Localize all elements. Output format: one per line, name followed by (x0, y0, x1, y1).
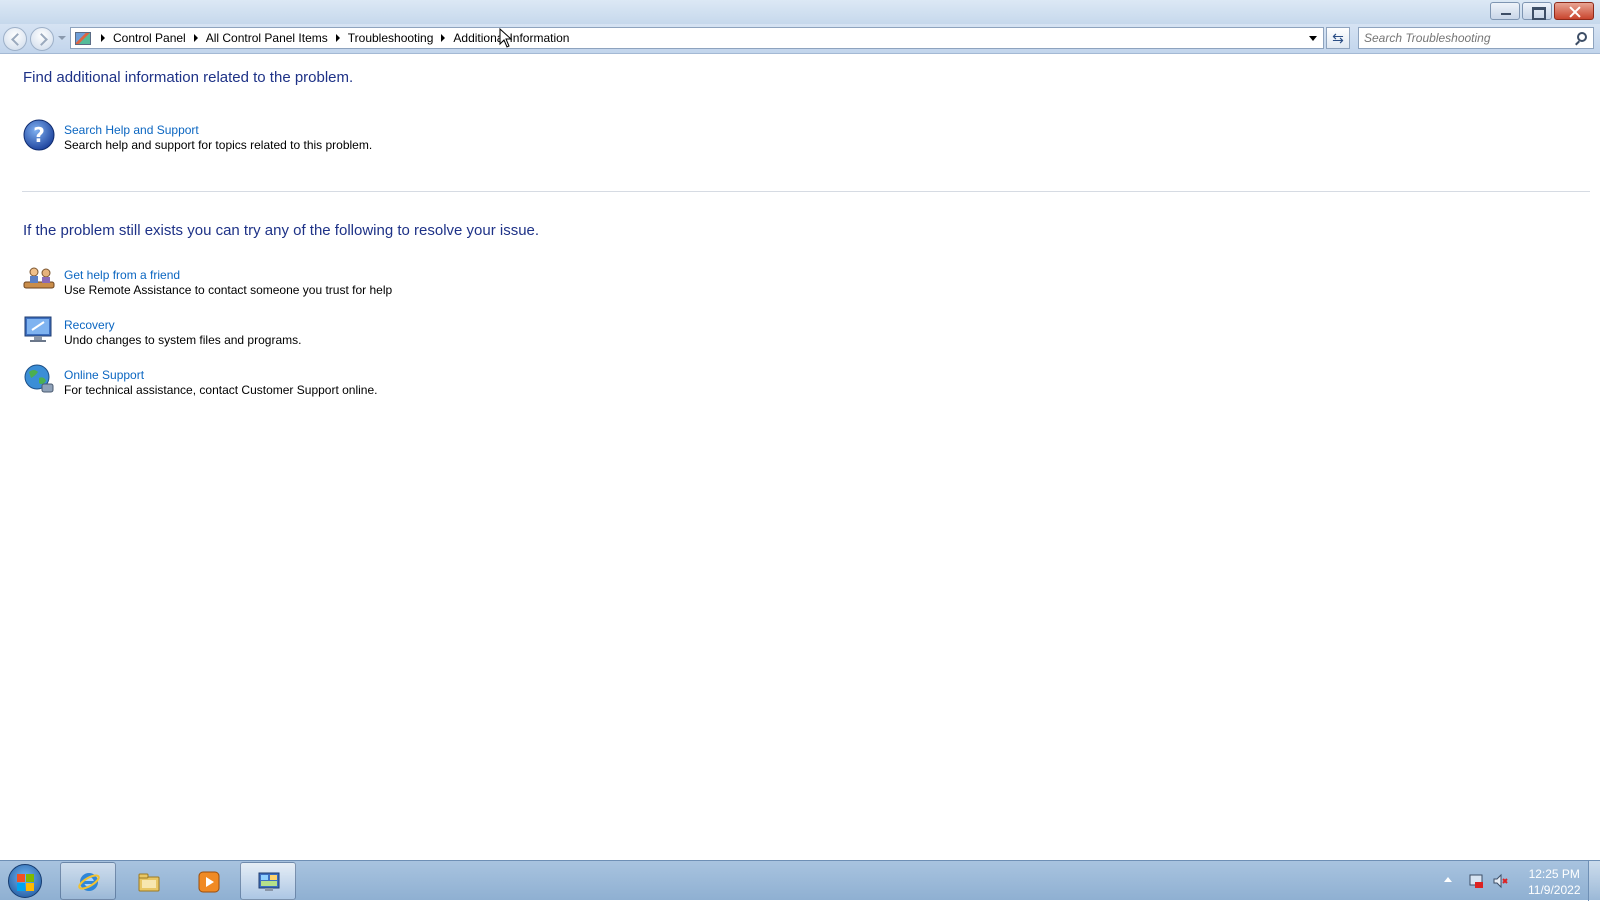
breadcrumb-separator-icon[interactable] (441, 34, 446, 42)
online-support-globe-icon (24, 364, 54, 393)
clock-time: 12:25 PM (1528, 867, 1580, 881)
recovery-icon (24, 316, 52, 342)
recovery-description: Undo changes to system files and program… (64, 333, 302, 347)
taskbar: 12:25 PM 11/9/2022 (0, 860, 1600, 901)
search-help-and-support-link[interactable]: Search Help and Support (64, 123, 372, 138)
taskbar-control-panel[interactable] (240, 862, 296, 900)
refresh-button[interactable]: ⇆ (1326, 27, 1350, 49)
recent-pages-dropdown[interactable] (58, 36, 66, 40)
svg-text:?: ? (33, 123, 45, 147)
breadcrumb-troubleshooting[interactable]: Troubleshooting (344, 31, 438, 45)
minimize-button[interactable] (1490, 2, 1520, 20)
task-online-support: Online Support For technical assistance,… (22, 362, 378, 398)
mouse-cursor-icon (499, 28, 513, 48)
action-center-flag-icon[interactable] (1468, 873, 1484, 889)
taskbar-internet-explorer[interactable] (60, 862, 116, 900)
remote-assistance-icon (23, 267, 55, 289)
window-controls (1488, 2, 1594, 20)
recovery-link[interactable]: Recovery (64, 318, 301, 333)
breadcrumb-separator-icon[interactable] (193, 34, 198, 42)
task-get-help-from-friend: Get help from a friend Use Remote Assist… (22, 262, 392, 298)
search-help-and-support-description: Search help and support for topics relat… (64, 138, 373, 152)
window-title-bar (0, 0, 1600, 24)
control-panel-icon (258, 872, 280, 891)
internet-explorer-icon (78, 873, 100, 891)
start-button[interactable] (4, 862, 48, 900)
show-desktop-button[interactable] (1588, 861, 1600, 901)
breadcrumb-control-panel[interactable]: Control Panel (109, 31, 190, 45)
clock[interactable]: 12:25 PM 11/9/2022 (1528, 866, 1581, 898)
navigation-bar: Control Panel All Control Panel Items Tr… (0, 24, 1600, 54)
taskbar-windows-explorer[interactable] (120, 862, 176, 900)
online-support-link[interactable]: Online Support (64, 368, 378, 383)
media-player-icon (198, 871, 220, 893)
get-help-from-friend-link[interactable]: Get help from a friend (64, 268, 392, 283)
back-button[interactable] (3, 27, 27, 51)
page-heading: Find additional information related to t… (23, 69, 354, 86)
taskbar-media-player[interactable] (180, 862, 236, 900)
windows-start-orb-icon (8, 864, 42, 898)
show-hidden-icons-icon[interactable] (1444, 877, 1452, 882)
task-recovery: Recovery Undo changes to system files an… (22, 312, 301, 348)
breadcrumb-separator-icon[interactable] (335, 34, 340, 42)
get-help-from-friend-description: Use Remote Assistance to contact someone… (64, 283, 393, 297)
address-dropdown-icon[interactable] (1309, 36, 1317, 41)
system-tray: 12:25 PM 11/9/2022 (1420, 861, 1600, 901)
control-panel-icon (75, 31, 91, 45)
forward-button[interactable] (30, 27, 54, 51)
close-button[interactable] (1554, 2, 1594, 20)
search-icon[interactable] (1577, 32, 1587, 42)
windows-explorer-icon (138, 873, 160, 892)
online-support-description: For technical assistance, contact Custom… (64, 383, 378, 397)
address-bar[interactable]: Control Panel All Control Panel Items Tr… (70, 27, 1324, 49)
help-question-icon: ? (23, 119, 55, 151)
volume-muted-icon[interactable] (1492, 873, 1508, 889)
clock-date: 11/9/2022 (1528, 883, 1581, 897)
search-input[interactable] (1359, 28, 1559, 48)
task-search-help: ? Search Help and Support Search help an… (22, 117, 372, 153)
section-heading: If the problem still exists you can try … (23, 222, 540, 239)
breadcrumb-all-control-panel-items[interactable]: All Control Panel Items (202, 31, 332, 45)
restore-button[interactable] (1522, 2, 1552, 20)
section-divider (22, 191, 1590, 192)
refresh-icon: ⇆ (1332, 30, 1344, 46)
search-box[interactable] (1358, 27, 1594, 49)
content-pane: Find additional information related to t… (0, 55, 1600, 860)
breadcrumb-separator-icon[interactable] (101, 34, 105, 42)
